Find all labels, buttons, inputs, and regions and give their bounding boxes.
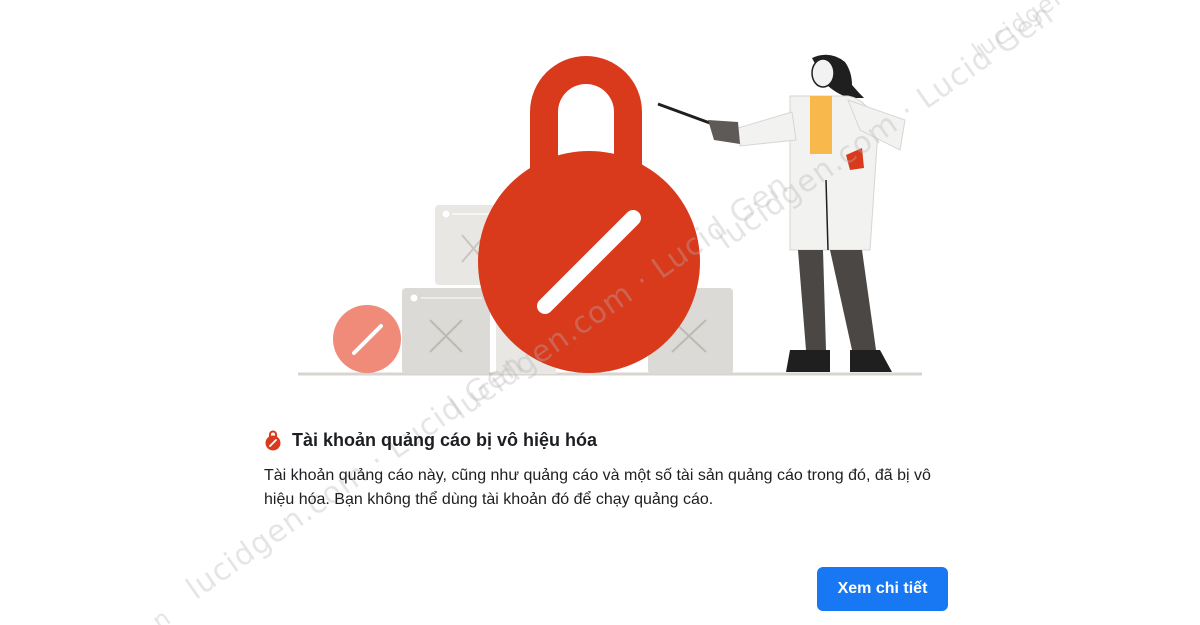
disabled-ad-account-screen: lucidgen lucidgen.com · Lucid Gen lucidg… [0, 0, 1200, 625]
disabled-account-illustration [298, 54, 922, 376]
padlock-icon [478, 56, 700, 373]
title-row: Tài khoản quảng cáo bị vô hiệu hóa [264, 426, 944, 454]
view-details-button[interactable]: Xem chi tiết [817, 567, 948, 611]
watermark-text: n [146, 603, 177, 625]
small-restricted-icon [333, 305, 401, 373]
dialog-title: Tài khoản quảng cáo bị vô hiệu hóa [292, 429, 598, 450]
dialog-content: Tài khoản quảng cáo bị vô hiệu hóa Tài k… [264, 426, 944, 512]
dialog-description: Tài khoản quảng cáo này, cũng như quảng … [264, 467, 931, 508]
document-box-icon [402, 288, 490, 374]
restricted-lock-icon [265, 430, 281, 451]
